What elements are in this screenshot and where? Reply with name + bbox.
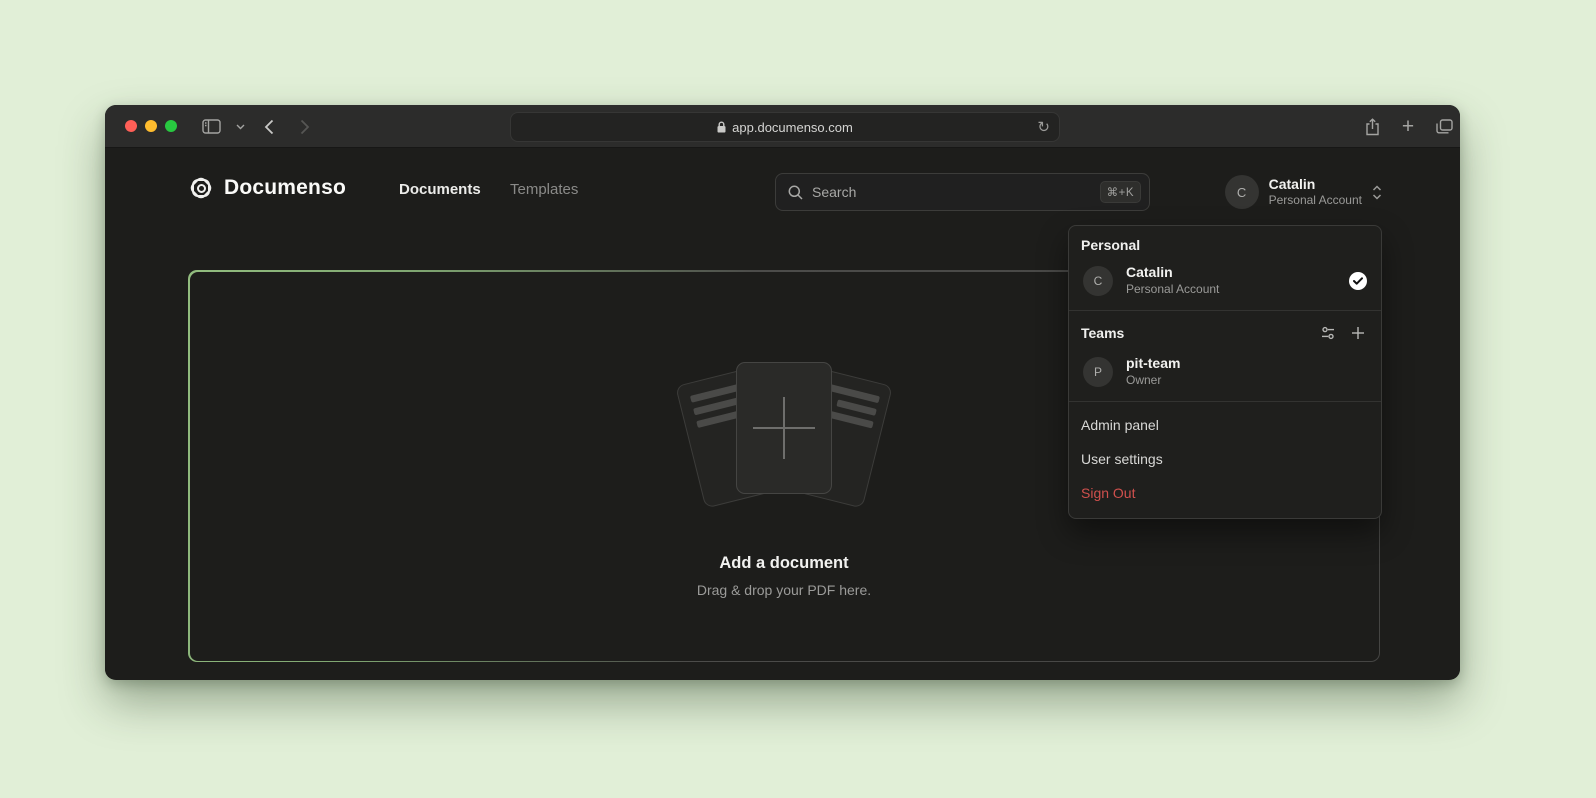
plus-icon <box>1351 326 1365 340</box>
personal-section: Personal C Catalin Personal Account <box>1069 226 1381 310</box>
reload-button[interactable]: ↻ <box>1037 118 1050 136</box>
sidebar-icon <box>202 119 221 134</box>
document-card-center <box>736 362 832 494</box>
close-window-button[interactable] <box>125 120 137 132</box>
chevron-up-down-icon <box>1372 185 1382 200</box>
dropzone-title: Add a document <box>719 554 848 573</box>
menu-item-user-settings[interactable]: User settings <box>1069 442 1381 476</box>
team-role: Owner <box>1126 373 1367 388</box>
tab-overview-button[interactable] <box>1431 105 1457 148</box>
search-icon <box>788 185 803 200</box>
personal-account-name: Catalin <box>1126 264 1336 281</box>
app-header: Documenso Documents Templates Search ⌘+K… <box>105 173 1460 213</box>
share-icon <box>1365 118 1380 136</box>
browser-window: app.documenso.com ↻ + <box>105 105 1460 680</box>
personal-account-item[interactable]: C Catalin Personal Account <box>1081 264 1369 297</box>
avatar: C <box>1083 266 1113 296</box>
avatar: C <box>1225 175 1259 209</box>
menu-item-sign-out[interactable]: Sign Out <box>1069 476 1381 510</box>
personal-section-label: Personal <box>1081 237 1369 253</box>
document-stack-icon <box>679 360 889 510</box>
sidebar-chevron-button[interactable] <box>231 105 249 148</box>
menu-actions: Admin panel User settings Sign Out <box>1069 402 1381 518</box>
teams-section: Teams <box>1069 311 1381 401</box>
nav-templates[interactable]: Templates <box>510 181 578 198</box>
traffic-lights <box>125 120 177 132</box>
menu-item-admin-panel[interactable]: Admin panel <box>1069 408 1381 442</box>
share-button[interactable] <box>1359 105 1385 148</box>
team-name: pit-team <box>1126 355 1367 372</box>
manage-teams-button[interactable] <box>1317 322 1339 344</box>
dropzone-subtitle: Drag & drop your PDF here. <box>697 582 871 598</box>
back-button[interactable] <box>257 105 281 148</box>
team-item[interactable]: P pit-team Owner <box>1081 355 1369 388</box>
sliders-icon <box>1320 325 1336 341</box>
search-input[interactable]: Search ⌘+K <box>775 173 1150 211</box>
new-tab-button[interactable]: + <box>1395 105 1421 148</box>
tabs-icon <box>1436 119 1453 134</box>
nav-documents[interactable]: Documents <box>399 181 481 198</box>
personal-account-type: Personal Account <box>1126 282 1336 297</box>
plus-icon <box>753 397 815 459</box>
chevron-left-icon <box>264 119 274 135</box>
sidebar-toggle-button[interactable] <box>198 105 224 148</box>
account-menu-button[interactable]: C Catalin Personal Account <box>1225 173 1382 211</box>
plus-icon: + <box>1402 115 1414 139</box>
account-name: Catalin <box>1269 176 1362 193</box>
search-placeholder: Search <box>812 184 1091 200</box>
account-dropdown-menu: Personal C Catalin Personal Account <box>1068 225 1382 519</box>
minimize-window-button[interactable] <box>145 120 157 132</box>
address-bar[interactable]: app.documenso.com ↻ <box>510 112 1060 142</box>
lock-icon <box>717 121 726 133</box>
forward-button[interactable] <box>293 105 317 148</box>
chevron-right-icon <box>300 119 310 135</box>
chevron-down-icon <box>236 124 245 130</box>
brand-name: Documenso <box>224 176 346 200</box>
brand[interactable]: Documenso <box>188 175 346 201</box>
teams-section-label: Teams <box>1081 325 1124 341</box>
create-team-button[interactable] <box>1347 322 1369 344</box>
selected-check-icon <box>1349 272 1367 290</box>
browser-toolbar: app.documenso.com ↻ + <box>105 105 1460 148</box>
documenso-logo-icon <box>188 175 214 201</box>
page-content: Documenso Documents Templates Search ⌘+K… <box>105 148 1460 679</box>
search-shortcut-badge: ⌘+K <box>1100 181 1141 203</box>
url-text: app.documenso.com <box>732 120 853 135</box>
account-type: Personal Account <box>1269 193 1362 208</box>
zoom-window-button[interactable] <box>165 120 177 132</box>
avatar: P <box>1083 357 1113 387</box>
